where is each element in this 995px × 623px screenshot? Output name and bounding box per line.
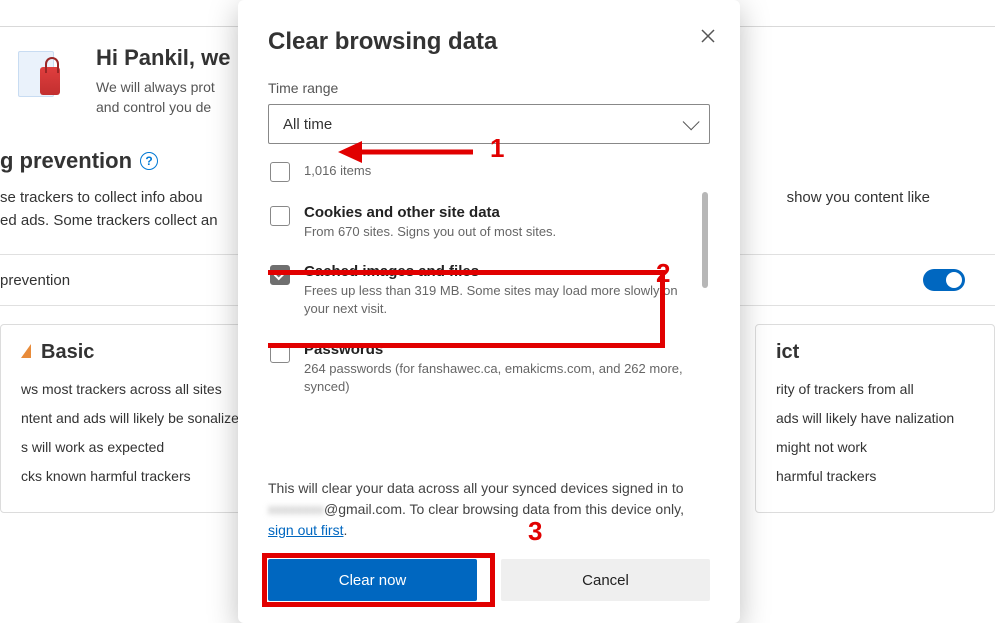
cancel-button[interactable]: Cancel <box>501 559 710 601</box>
tracking-prevention-toggle[interactable] <box>923 269 965 291</box>
card-basic[interactable]: Basic ws most trackers across all sites … <box>0 324 270 513</box>
time-range-label: Time range <box>268 80 710 96</box>
card-title: ict <box>776 341 799 364</box>
option-title: Cached images and files <box>304 263 690 280</box>
option-sub: 264 passwords (for fanshawec.ca, emakicm… <box>304 360 690 396</box>
toggle-label: prevention <box>0 272 70 289</box>
basic-card-icon <box>21 344 31 358</box>
card-title: Basic <box>41 341 94 364</box>
card-bullet: ws most trackers across all sites <box>21 380 249 399</box>
card-bullet: s will work as expected <box>21 438 249 457</box>
data-types-list: 1,016 items Cookies and other site data … <box>268 156 710 474</box>
option-sub: From 670 sites. Signs you out of most si… <box>304 223 556 241</box>
greeting-line: We will always prot <box>96 77 231 97</box>
option-cached-images[interactable]: Cached images and files Frees up less th… <box>268 253 692 330</box>
privacy-lock-icon <box>12 51 72 111</box>
option-cookies[interactable]: Cookies and other site data From 670 sit… <box>268 194 692 253</box>
card-bullet: harmful trackers <box>776 467 974 486</box>
option-download-history[interactable]: 1,016 items <box>268 156 692 194</box>
checkbox[interactable] <box>270 343 290 363</box>
clear-browsing-data-dialog: Clear browsing data Time range All time … <box>238 0 740 623</box>
option-title: Passwords <box>304 341 690 358</box>
option-sub: Frees up less than 319 MB. Some sites ma… <box>304 282 690 318</box>
card-bullet: rity of trackers from all <box>776 380 974 399</box>
greeting-line: and control you de <box>96 97 231 117</box>
scrollbar-thumb[interactable] <box>702 192 708 288</box>
chevron-down-icon <box>683 113 700 130</box>
close-icon[interactable] <box>694 22 722 50</box>
card-bullet: ntent and ads will likely be sonalized <box>21 409 249 428</box>
dialog-title: Clear browsing data <box>268 28 710 56</box>
clear-now-button[interactable]: Clear now <box>268 559 477 601</box>
option-title: Cookies and other site data <box>304 204 556 221</box>
time-range-select[interactable]: All time <box>268 104 710 144</box>
sync-warning: This will clear your data across all you… <box>268 478 710 541</box>
redacted-email: xxxxxxxx <box>268 499 324 520</box>
help-icon[interactable]: ? <box>140 152 158 170</box>
option-sub: 1,016 items <box>304 162 371 180</box>
greeting-title: Hi Pankil, we <box>96 45 231 71</box>
card-bullet: ads will likely have nalization <box>776 409 974 428</box>
card-bullet: cks known harmful trackers <box>21 467 249 486</box>
sign-out-link[interactable]: sign out first <box>268 522 343 538</box>
checkbox[interactable] <box>270 206 290 226</box>
time-range-value: All time <box>283 116 332 133</box>
checkbox[interactable] <box>270 162 290 182</box>
tracking-prevention-title: g prevention <box>0 148 132 174</box>
checkbox[interactable] <box>270 265 290 285</box>
card-strict[interactable]: ict rity of trackers from all ads will l… <box>755 324 995 513</box>
card-bullet: might not work <box>776 438 974 457</box>
option-passwords[interactable]: Passwords 264 passwords (for fanshawec.c… <box>268 331 692 408</box>
